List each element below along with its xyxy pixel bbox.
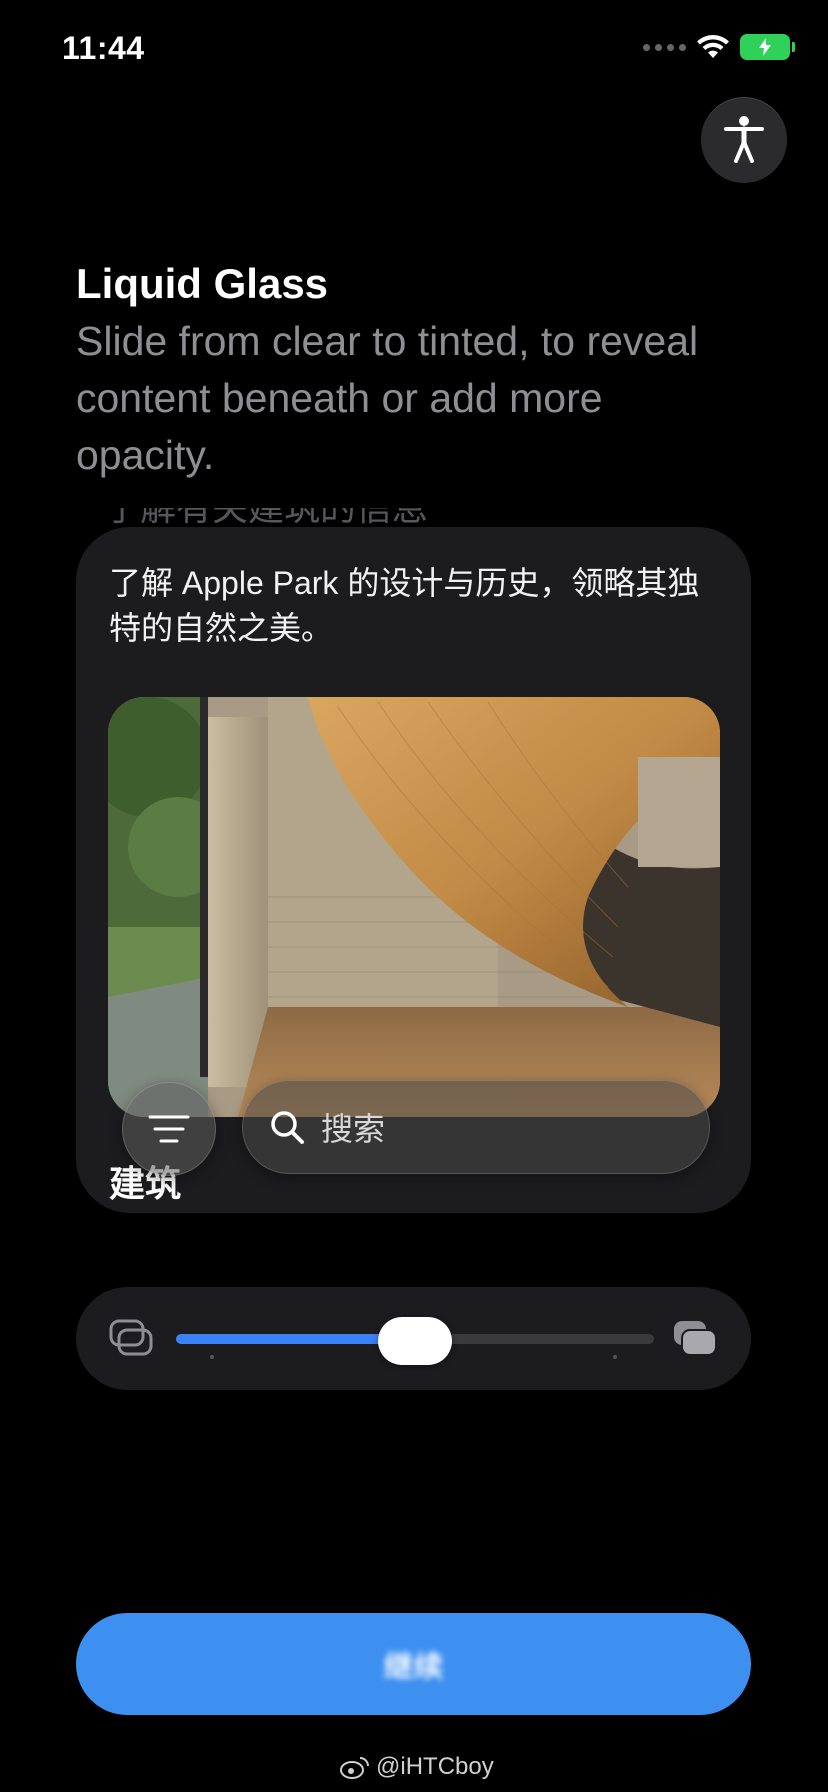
- watermark-text: @iHTCboy: [376, 1753, 494, 1780]
- battery-charging-icon: [740, 34, 795, 60]
- preview-card: 了解 Apple Park 的设计与历史，领略其独特的自然之美。 建筑 搜索: [76, 527, 751, 1213]
- weibo-icon: [340, 1757, 369, 1779]
- watermark: @iHTCboy: [340, 1753, 494, 1781]
- tinted-layers-icon: [674, 1321, 717, 1356]
- status-icons: [643, 34, 795, 60]
- page-subtitle: Slide from clear to tinted, to reveal co…: [76, 318, 699, 478]
- tint-slider-panel: [76, 1287, 751, 1390]
- filter-menu-button[interactable]: [122, 1082, 216, 1176]
- continue-button-label: 继续: [383, 1651, 444, 1684]
- signal-icon: [643, 43, 686, 51]
- accessibility-icon: [724, 116, 764, 163]
- page-title: Liquid Glass: [76, 260, 329, 307]
- accessibility-button[interactable]: [701, 97, 787, 183]
- status-time: 11:44: [62, 30, 145, 66]
- search-field[interactable]: 搜索: [242, 1080, 710, 1174]
- card-description: 了解 Apple Park 的设计与历史，领略其独特的自然之美。: [109, 565, 700, 646]
- apple-park-staircase-image: [108, 697, 720, 1117]
- search-icon: [271, 1111, 304, 1144]
- filter-lines-icon: [148, 1115, 190, 1143]
- slider-tick: [210, 1355, 214, 1359]
- clear-layers-icon: [109, 1319, 153, 1356]
- continue-button[interactable]: 继续: [76, 1613, 751, 1715]
- wifi-icon: [697, 35, 729, 58]
- slider-thumb[interactable]: [378, 1317, 452, 1365]
- search-placeholder: 搜索: [321, 1111, 386, 1147]
- slider-tick: [613, 1355, 617, 1359]
